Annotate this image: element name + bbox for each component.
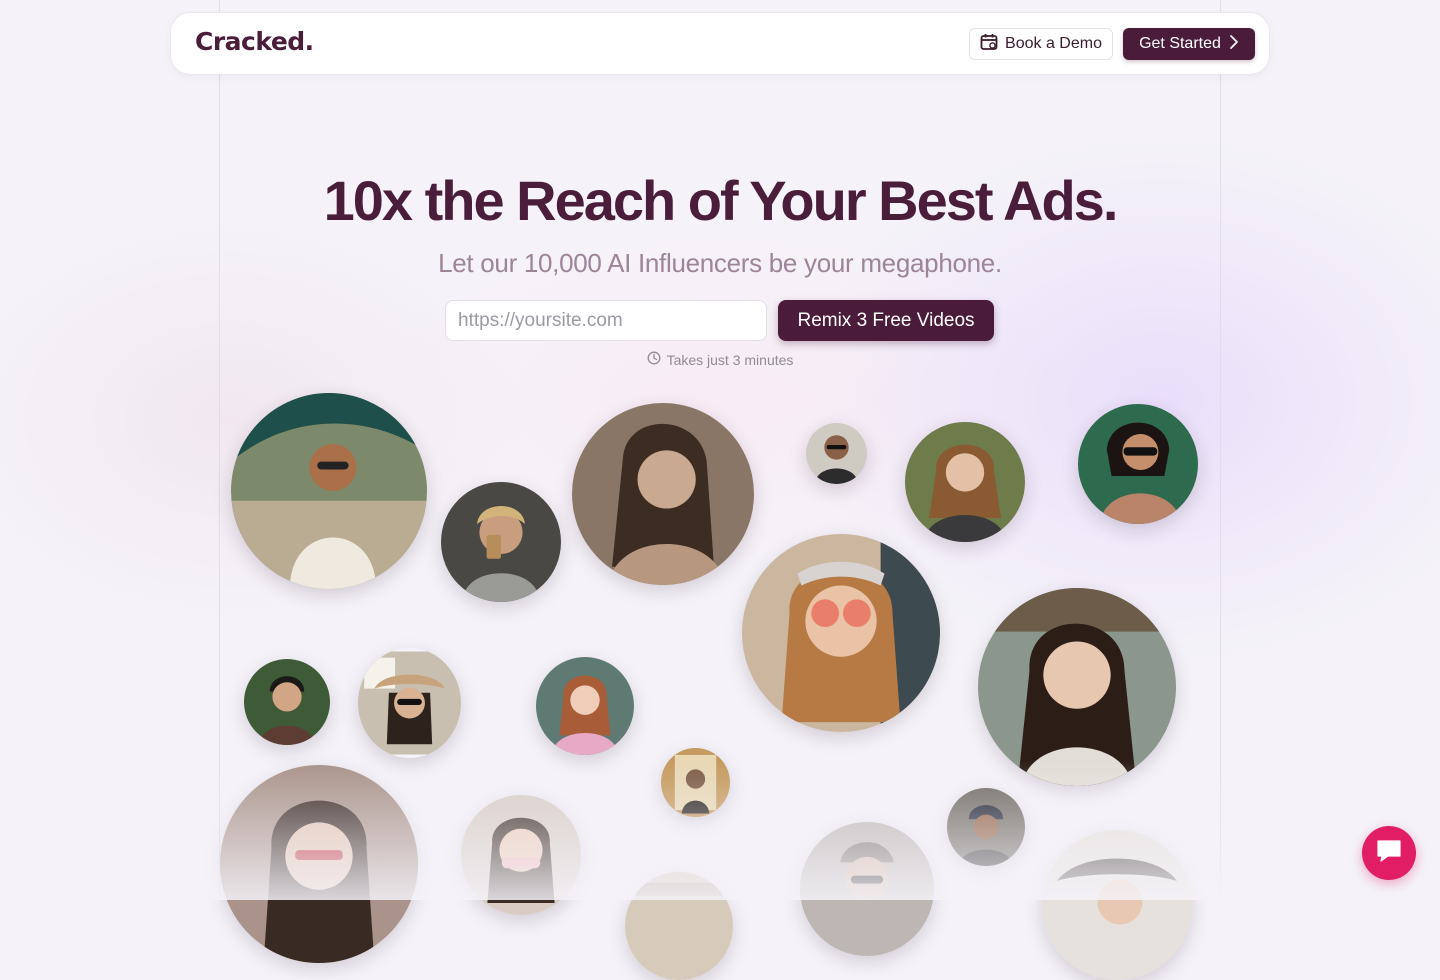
influencer-avatar: [1078, 404, 1198, 524]
logo[interactable]: Cracked.: [195, 27, 314, 56]
frame-line-right: [1220, 0, 1221, 900]
book-demo-label: Book a Demo: [1005, 35, 1102, 52]
influencer-avatar: [661, 748, 730, 817]
influencer-avatar: [742, 534, 940, 732]
influencer-avatar: [978, 588, 1176, 786]
influencer-avatar: [572, 403, 754, 585]
influencer-avatar: [625, 872, 733, 980]
navbar: Cracked. Book a Demo Get Started: [170, 12, 1270, 75]
book-demo-button[interactable]: Book a Demo: [969, 28, 1113, 60]
get-started-button[interactable]: Get Started: [1123, 28, 1255, 60]
get-started-label: Get Started: [1139, 35, 1221, 52]
time-note-text: Takes just 3 minutes: [666, 351, 794, 368]
influencer-avatar: [220, 765, 418, 963]
remix-videos-button[interactable]: Remix 3 Free Videos: [778, 300, 994, 341]
clock-icon: [647, 351, 661, 368]
influencer-avatar: [806, 423, 867, 484]
hero-title: 10x the Reach of Your Best Ads.: [323, 169, 1119, 232]
influencer-avatar: [231, 393, 427, 589]
website-url-input[interactable]: [445, 300, 767, 341]
influencer-avatar: [800, 822, 934, 956]
influencer-avatar: [536, 657, 634, 755]
influencer-avatar: [461, 795, 581, 915]
influencer-avatar: [905, 422, 1025, 542]
chevron-right-icon: [1229, 34, 1239, 55]
chat-bubble-icon: [1375, 838, 1403, 869]
influencer-avatar: [244, 659, 330, 745]
hero-subtitle: Let our 10,000 AI Influencers be your me…: [438, 248, 1002, 278]
influencer-avatar: [1042, 830, 1192, 980]
time-note: Takes just 3 minutes: [0, 351, 1440, 368]
influencer-avatar: [358, 648, 461, 758]
chat-button[interactable]: [1362, 826, 1416, 880]
influencer-avatar: [441, 482, 561, 602]
influencer-avatar: [947, 788, 1025, 866]
calendar-icon: [980, 33, 998, 56]
frame-line-left: [219, 0, 220, 900]
